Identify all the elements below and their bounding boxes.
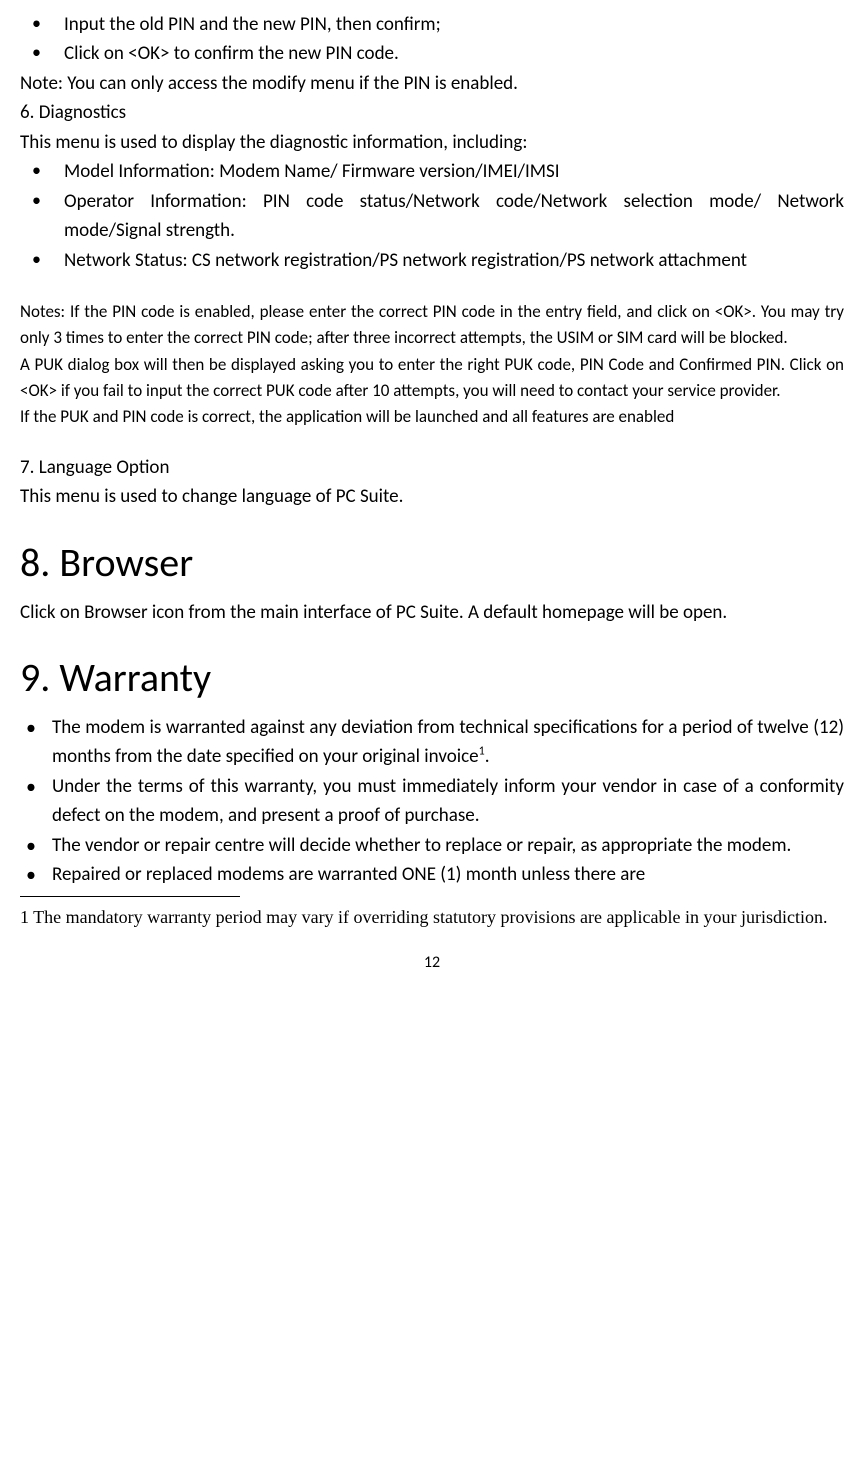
pin-note: Note: You can only access the modify men…	[20, 69, 844, 98]
list-item: Under the terms of this warranty, you mu…	[20, 772, 844, 831]
pin-steps-list: Input the old PIN and the new PIN, then …	[20, 10, 844, 69]
warranty-list: The modem is warranted against any devia…	[20, 713, 844, 890]
list-item: Click on <OK> to confirm the new PIN cod…	[20, 39, 844, 68]
notes-paragraph-1: Notes: If the PIN code is enabled, pleas…	[20, 299, 844, 352]
section-7-text: This menu is used to change language of …	[20, 482, 844, 511]
warranty-item-1-text: The modem is warranted against any devia…	[52, 716, 844, 768]
diagnostics-list: Model Information: Modem Name/ Firmware …	[20, 157, 844, 275]
page-number: 12	[20, 951, 844, 976]
footnote-text: 1 The mandatory warranty period may vary…	[20, 899, 844, 935]
list-item: Model Information: Modem Name/ Firmware …	[20, 157, 844, 186]
list-item: The modem is warranted against any devia…	[20, 713, 844, 772]
section-6-heading: 6. Diagnostics	[20, 98, 844, 127]
list-item: The vendor or repair centre will decide …	[20, 831, 844, 860]
notes-paragraph-3: If the PUK and PIN code is correct, the …	[20, 404, 844, 430]
section-9-heading: 9. Warranty	[20, 647, 844, 709]
section-8-heading: 8. Browser	[20, 532, 844, 594]
warranty-item-1-end: .	[485, 745, 490, 768]
footnote-separator	[20, 896, 240, 897]
section-7-heading: 7. Language Option	[20, 453, 844, 482]
list-item: Input the old PIN and the new PIN, then …	[20, 10, 844, 39]
list-item: Repaired or replaced modems are warrante…	[20, 860, 844, 889]
section-6-intro: This menu is used to display the diagnos…	[20, 128, 844, 157]
list-item: Operator Information: PIN code status/Ne…	[20, 187, 844, 246]
notes-paragraph-2: A PUK dialog box will then be displayed …	[20, 352, 844, 405]
list-item: Network Status: CS network registration/…	[20, 246, 844, 275]
section-8-text: Click on Browser icon from the main inte…	[20, 598, 844, 627]
